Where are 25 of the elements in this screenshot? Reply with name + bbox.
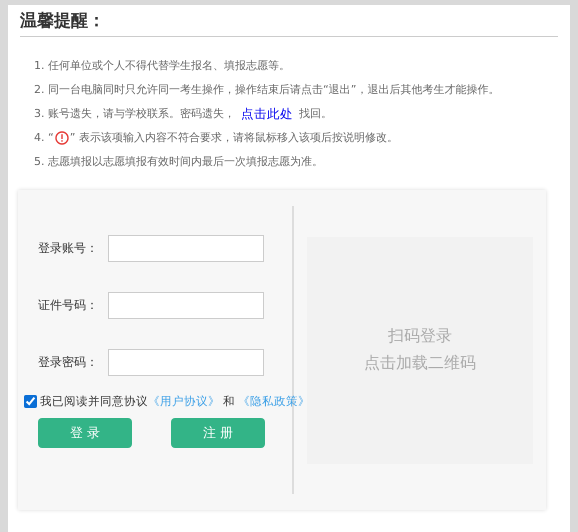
note-text: 2. 同一台电脑同时只允许同一考生操作，操作结束后请点击“退出”，退出后其他考生才能操作。 (34, 82, 500, 98)
note-text: ” 表示该项输入内容不符合要求，请将鼠标移入该项后按说明修改。 (70, 130, 398, 146)
page-title: 温馨提醒： (20, 5, 558, 37)
input-field[interactable] (108, 292, 264, 319)
privacy-policy-link[interactable]: 《隐私政策》 (238, 394, 310, 409)
note-text: 5. 志愿填报以志愿填报有效时间内最后一次填报志愿为准。 (34, 154, 324, 170)
recover-link[interactable]: 点击此处 (241, 105, 293, 122)
note-text: 4. “ (34, 130, 54, 146)
register-button[interactable]: 注 册 (171, 418, 265, 448)
note-text: 3. 账号遗失，请与学校联系。密码遗失， 点击此处 找回。 (34, 105, 333, 122)
and-text: 和 (223, 394, 235, 409)
field-label: 登录账号： (38, 240, 99, 257)
agreement-text: 我已阅读并同意协议 (40, 394, 148, 409)
login-button[interactable]: 登 录 (38, 418, 132, 448)
input-field[interactable] (108, 349, 264, 376)
agree-checkbox[interactable] (24, 395, 37, 408)
warning-icon (54, 130, 69, 144)
qr-hint: 点击加载二维码 (364, 353, 476, 374)
qr-code-placeholder[interactable]: 扫码登录 点击加载二维码 (307, 236, 533, 464)
input-field[interactable] (108, 235, 264, 262)
field-label: 证件号码： (38, 297, 99, 314)
note-text: 1. 任何单位或个人不得代替学生报名、填报志愿等。 (34, 58, 291, 74)
qr-title: 扫码登录 (388, 326, 452, 347)
field-label: 登录密码： (38, 354, 99, 371)
user-agreement-link[interactable]: 《用户协议》 (148, 394, 220, 409)
